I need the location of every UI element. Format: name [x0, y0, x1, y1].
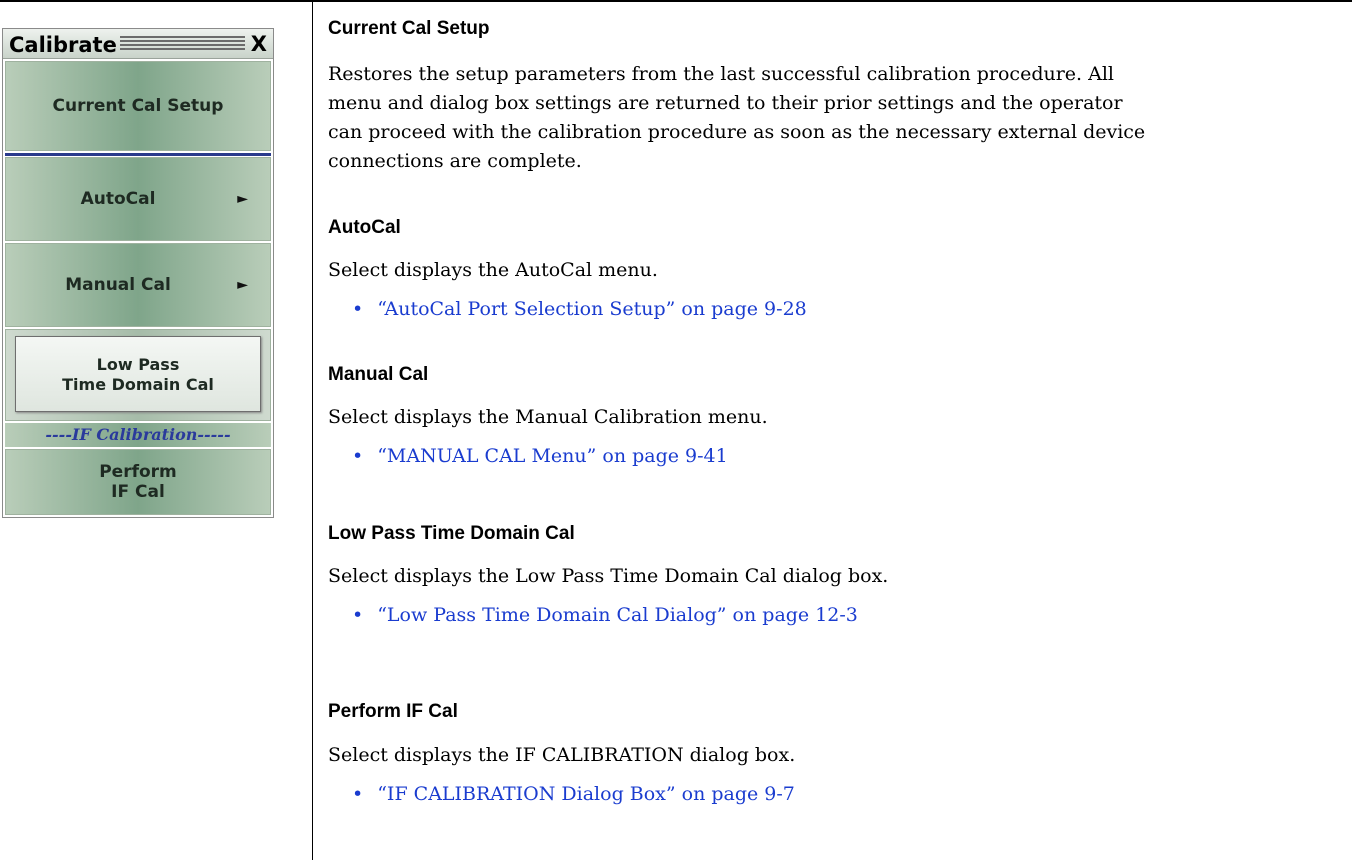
- column-divider: [312, 0, 313, 860]
- current-desc-line-2: menu and dialog box settings are returne…: [328, 92, 1123, 114]
- heading-current-cal-setup: Current Cal Setup: [328, 18, 490, 39]
- top-rule: [0, 0, 1352, 2]
- menu-separator: [5, 153, 271, 156]
- heading-autocal: AutoCal: [328, 217, 401, 238]
- autocal-port-selection-link[interactable]: “AutoCal Port Selection Setup” on page 9…: [377, 298, 807, 320]
- autocal-label: AutoCal: [80, 189, 156, 209]
- perform-label-line1: Perform: [99, 462, 177, 482]
- autocal-desc: Select displays the AutoCal menu.: [328, 259, 658, 281]
- lowpass-desc: Select displays the Low Pass Time Domain…: [328, 565, 889, 587]
- if-calibration-separator: ----IF Calibration-----: [5, 423, 271, 447]
- close-icon[interactable]: X: [251, 32, 267, 56]
- perform-link-item: • “IF CALIBRATION Dialog Box” on page 9-7: [352, 783, 795, 805]
- current-cal-setup-button[interactable]: Current Cal Setup: [5, 61, 271, 151]
- manual-desc: Select displays the Manual Calibration m…: [328, 406, 768, 428]
- bullet-icon: •: [352, 604, 364, 626]
- perform-if-cal-button[interactable]: Perform IF Cal: [5, 449, 271, 515]
- bullet-icon: •: [352, 445, 364, 467]
- title-grip-stripes: [120, 36, 245, 52]
- heading-manual-cal: Manual Cal: [328, 364, 429, 385]
- perform-desc: Select displays the IF CALIBRATION dialo…: [328, 744, 796, 766]
- heading-perform-if-cal: Perform IF Cal: [328, 701, 458, 722]
- low-pass-dialog-link[interactable]: “Low Pass Time Domain Cal Dialog” on pag…: [377, 604, 858, 626]
- if-calibration-dialog-link[interactable]: “IF CALIBRATION Dialog Box” on page 9-7: [377, 783, 795, 805]
- submenu-arrow-icon: ►: [237, 191, 248, 207]
- submenu-arrow-icon: ►: [237, 277, 248, 293]
- manual-link-item: • “MANUAL CAL Menu” on page 9-41: [352, 445, 728, 467]
- menu-title-bar[interactable]: Calibrate X: [3, 29, 273, 59]
- bullet-icon: •: [352, 298, 364, 320]
- low-pass-label-line2: Time Domain Cal: [62, 375, 214, 394]
- menu-title: Calibrate: [9, 33, 117, 57]
- low-pass-label: Low Pass Time Domain Cal: [6, 355, 270, 395]
- low-pass-time-domain-cal-button[interactable]: Low Pass Time Domain Cal: [5, 329, 271, 421]
- current-desc-line-3: can proceed with the calibration procedu…: [328, 121, 1146, 143]
- perform-if-cal-label: Perform IF Cal: [6, 462, 270, 502]
- manual-cal-menu-link[interactable]: “MANUAL CAL Menu” on page 9-41: [377, 445, 728, 467]
- manual-cal-label: Manual Cal: [65, 275, 171, 295]
- perform-label-line2: IF Cal: [111, 482, 165, 502]
- current-desc-line-4: connections are complete.: [328, 150, 582, 172]
- autocal-button[interactable]: AutoCal ►: [5, 157, 271, 241]
- heading-low-pass: Low Pass Time Domain Cal: [328, 523, 575, 544]
- low-pass-label-line1: Low Pass: [96, 355, 180, 374]
- current-desc-line-1: Restores the setup parameters from the l…: [328, 63, 1114, 85]
- lowpass-link-item: • “Low Pass Time Domain Cal Dialog” on pa…: [352, 604, 858, 626]
- manual-cal-button[interactable]: Manual Cal ►: [5, 243, 271, 327]
- calibrate-menu: Calibrate X Current Cal Setup AutoCal ► …: [2, 28, 274, 518]
- autocal-link-item: • “AutoCal Port Selection Setup” on page …: [352, 298, 807, 320]
- bullet-icon: •: [352, 783, 364, 805]
- current-cal-setup-label: Current Cal Setup: [52, 96, 224, 116]
